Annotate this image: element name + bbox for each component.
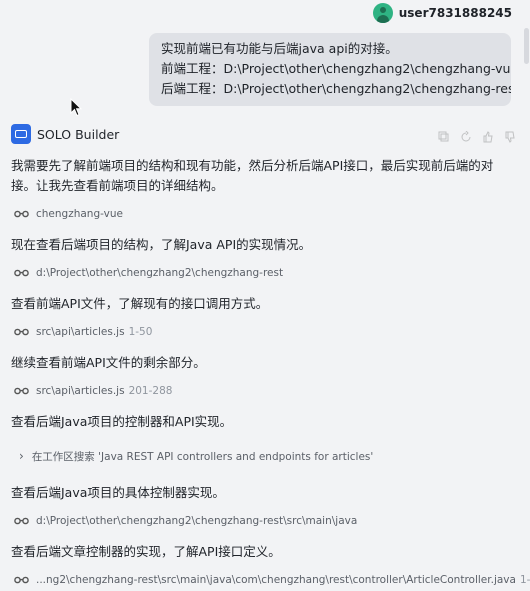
glasses-icon: [14, 387, 29, 395]
view-file-item[interactable]: src\api\articles.js 1-50: [11, 322, 511, 342]
glasses-icon: [14, 576, 29, 584]
assistant-text: 查看后端文章控制器的实现，了解API接口定义。: [11, 544, 281, 559]
user-name: user7831888245: [398, 6, 512, 20]
message-actions: [438, 128, 516, 143]
assistant-text: 查看后端Java项目的控制器和API实现。: [11, 414, 233, 429]
assistant-text: 继续查看前端API文件的剩余部分。: [11, 355, 206, 370]
view-file-path: ...ng2\chengzhang-rest\src\main\java\com…: [36, 574, 516, 586]
view-file-range: 1-50: [128, 326, 153, 338]
view-file-item[interactable]: chengzhang-vue: [11, 204, 511, 224]
bot-name: SOLO Builder: [37, 126, 120, 142]
user-message-bubble: 实现前端已有功能与后端java api的对接。 前端工程：D:\Project\…: [149, 33, 511, 106]
copy-icon[interactable]: [438, 128, 450, 142]
glasses-icon: [14, 517, 29, 525]
assistant-text: 查看后端Java项目的具体控制器实现。: [11, 485, 225, 500]
view-file-range: 1-100: [519, 574, 530, 586]
view-file-range: 201-288: [128, 385, 173, 397]
assistant-text: 现在查看后端项目的结构，了解Java API的实现情况。: [11, 237, 312, 252]
assistant-transcript: 我需要先了解前端项目的结构和现有功能，然后分析后端API接口，最后实现前后端的对…: [11, 156, 530, 590]
glasses-icon: [14, 328, 29, 336]
view-file-path: chengzhang-vue: [36, 208, 123, 220]
view-file-path: d:\Project\other\chengzhang2\chengzhang-…: [36, 267, 284, 279]
glasses-icon: [14, 210, 29, 218]
glasses-icon: [14, 269, 29, 277]
view-file-path: d:\Project\other\chengzhang2\chengzhang-…: [36, 515, 358, 527]
mouse-cursor-icon: [70, 98, 82, 117]
assistant-text: 查看前端API文件，了解现有的接口调用方式。: [11, 296, 269, 311]
view-file-item[interactable]: ...ng2\chengzhang-rest\src\main\java\com…: [11, 570, 530, 590]
assistant-text: 我需要先了解前端项目的结构和现有功能，然后分析后端API接口，最后实现前后端的对…: [11, 158, 494, 193]
view-file-item[interactable]: d:\Project\other\chengzhang2\chengzhang-…: [11, 263, 511, 283]
retry-icon[interactable]: [460, 128, 472, 142]
user-message-line: 后端工程：D:\Project\other\chengzhang2\chengz…: [161, 81, 511, 96]
thumbs-down-icon[interactable]: [504, 128, 516, 143]
user-header: user7831888245: [372, 3, 512, 23]
chevron-right-icon[interactable]: ›: [19, 449, 24, 463]
view-file-path: src\api\articles.js: [36, 326, 125, 338]
user-avatar[interactable]: [372, 3, 393, 23]
user-message-line: 实现前端已有功能与后端java api的对接。: [161, 41, 398, 56]
view-file-path: src\api\articles.js: [36, 385, 125, 397]
workspace-search-item[interactable]: › 在工作区搜索 'Java REST API controllers and …: [11, 446, 511, 466]
user-message-line: 前端工程：D:\Project\other\chengzhang2\chengz…: [161, 61, 511, 76]
bot-header: SOLO Builder: [11, 124, 516, 144]
workspace-search-text: 在工作区搜索 'Java REST API controllers and en…: [31, 450, 374, 463]
view-file-item[interactable]: d:\Project\other\chengzhang2\chengzhang-…: [11, 511, 511, 531]
solo-builder-logo-icon: [11, 124, 31, 144]
thumbs-up-icon[interactable]: [482, 128, 494, 143]
view-file-item[interactable]: src\api\articles.js 201-288: [11, 381, 511, 401]
scrollbar-thumb[interactable]: [524, 28, 529, 64]
